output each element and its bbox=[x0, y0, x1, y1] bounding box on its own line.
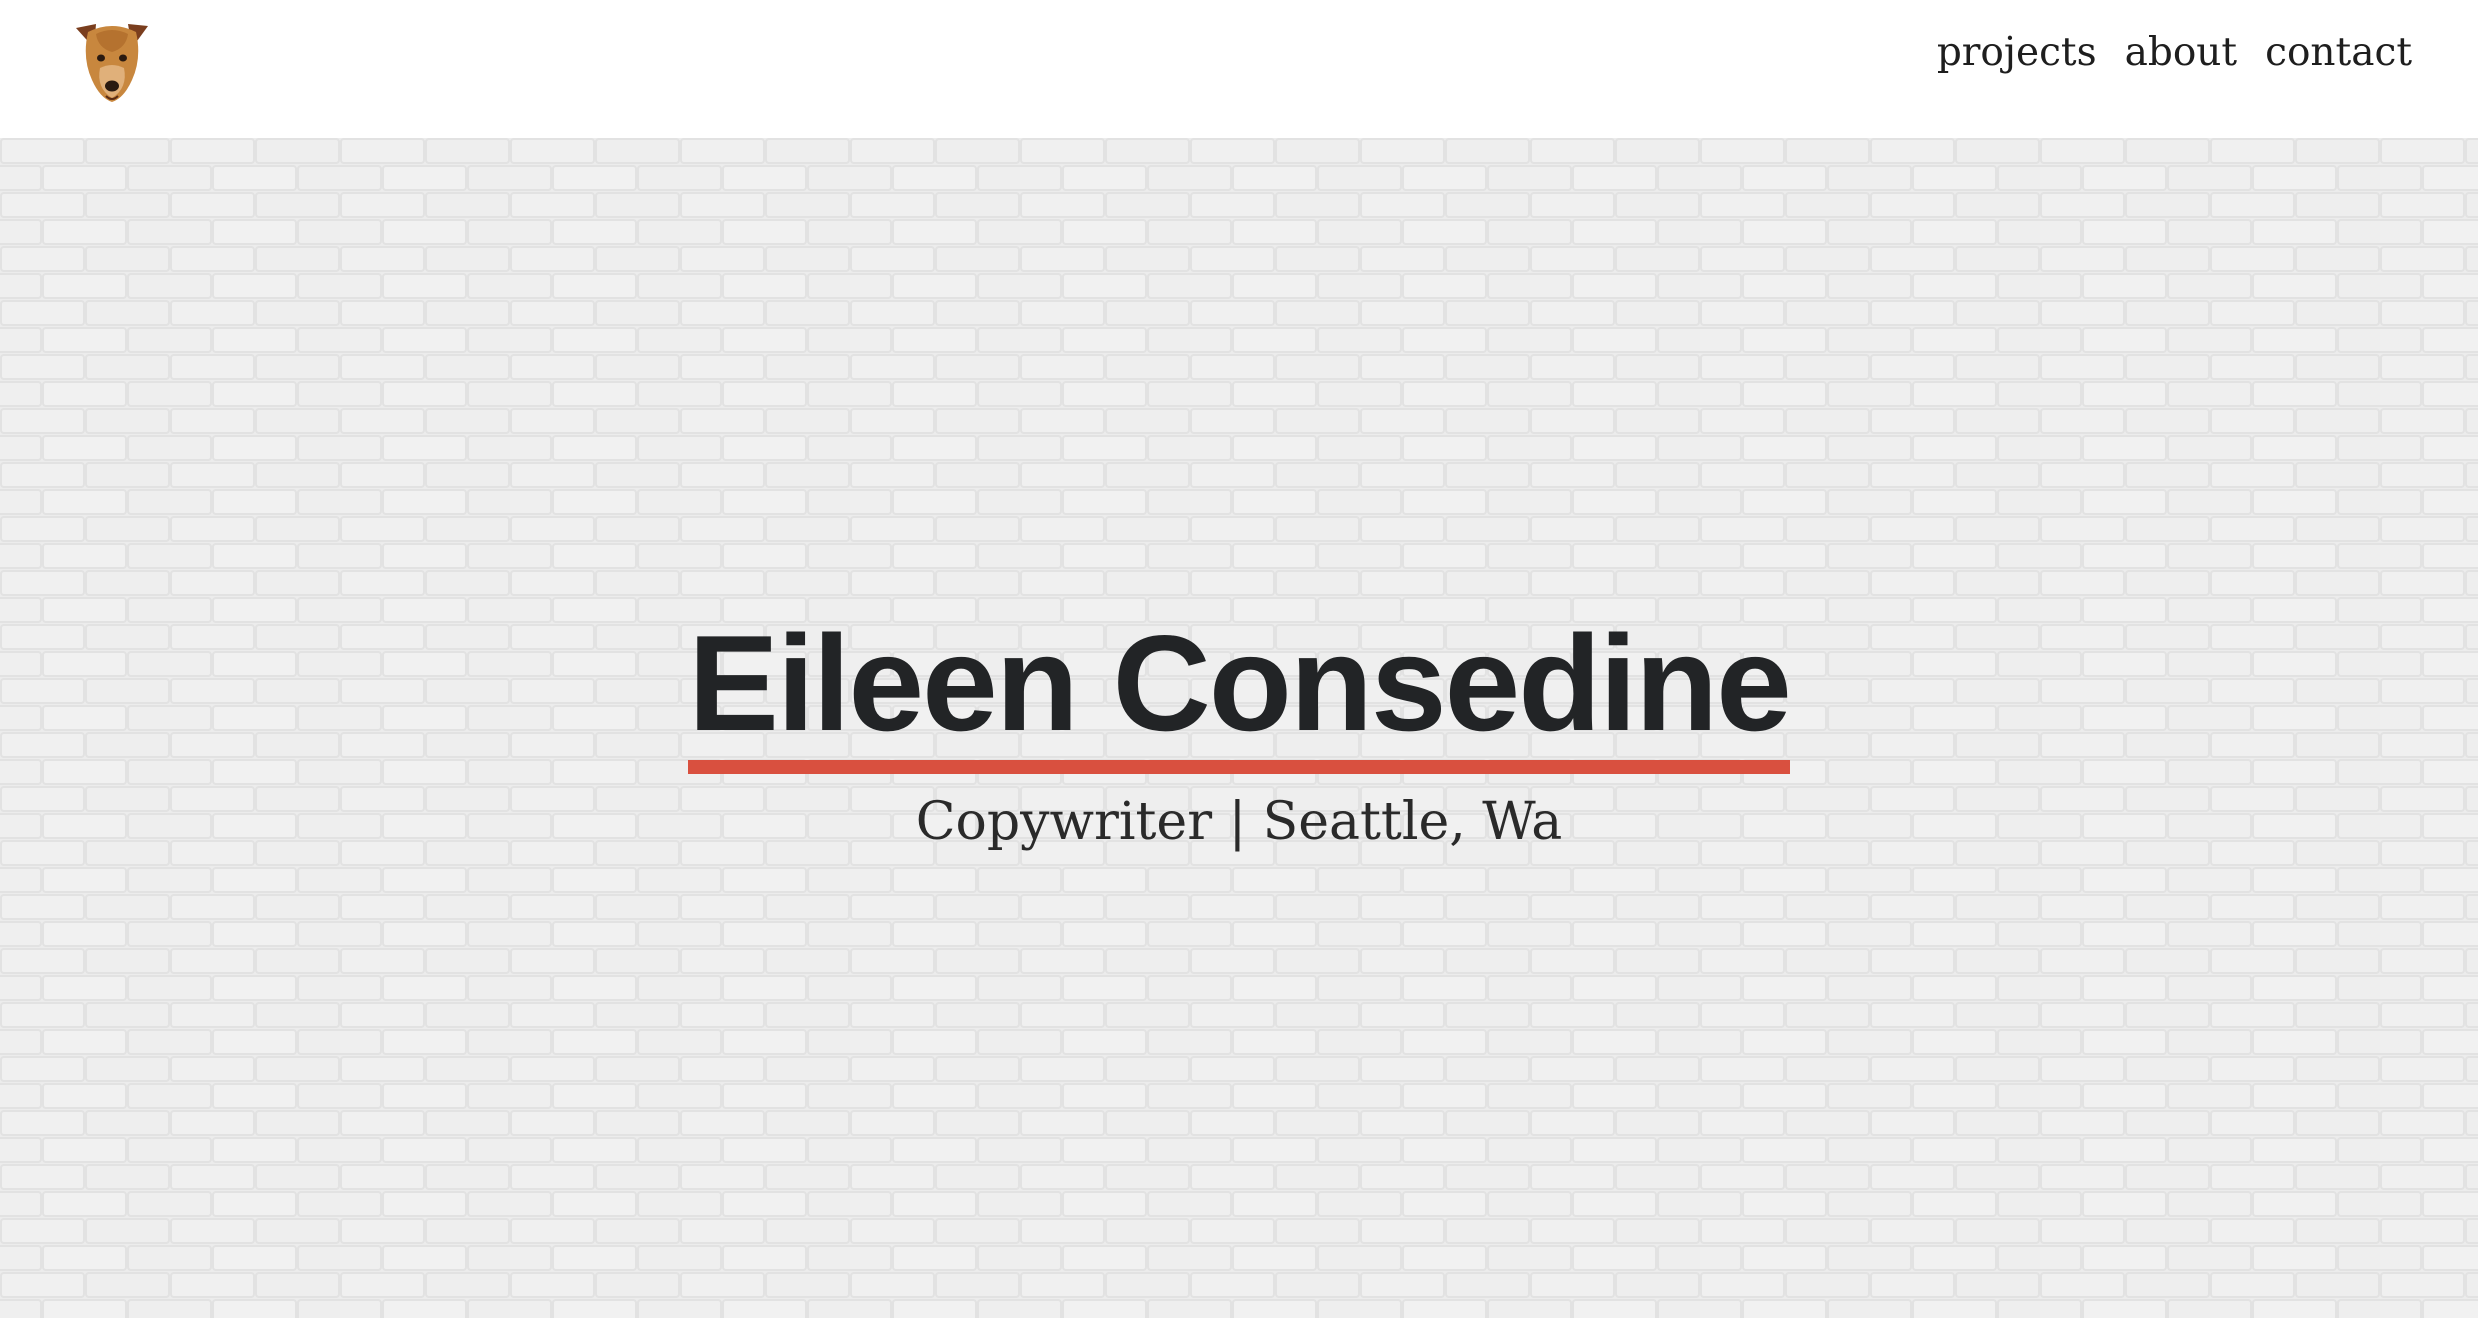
accent-underline bbox=[688, 760, 1790, 774]
hero-section: Eileen Consedine Copywriter | Seattle, W… bbox=[0, 138, 2478, 1318]
nav-link-projects[interactable]: projects bbox=[1937, 30, 2097, 75]
hero-name: Eileen Consedine bbox=[688, 607, 1792, 759]
main-nav: projects about contact bbox=[1937, 30, 2412, 75]
hero-content: Eileen Consedine Copywriter | Seattle, W… bbox=[0, 608, 2478, 852]
nav-link-about[interactable]: about bbox=[2125, 30, 2238, 75]
nav-link-contact[interactable]: contact bbox=[2265, 30, 2412, 75]
dog-head-icon bbox=[76, 24, 148, 102]
dog-logo-icon[interactable] bbox=[70, 18, 154, 114]
hero-tagline: Copywriter | Seattle, Wa bbox=[915, 792, 1563, 852]
page: projects about contact Eileen Consedine … bbox=[0, 0, 2478, 1318]
top-navbar: projects about contact bbox=[0, 0, 2478, 138]
hero-title-block: Eileen Consedine bbox=[688, 607, 1792, 774]
